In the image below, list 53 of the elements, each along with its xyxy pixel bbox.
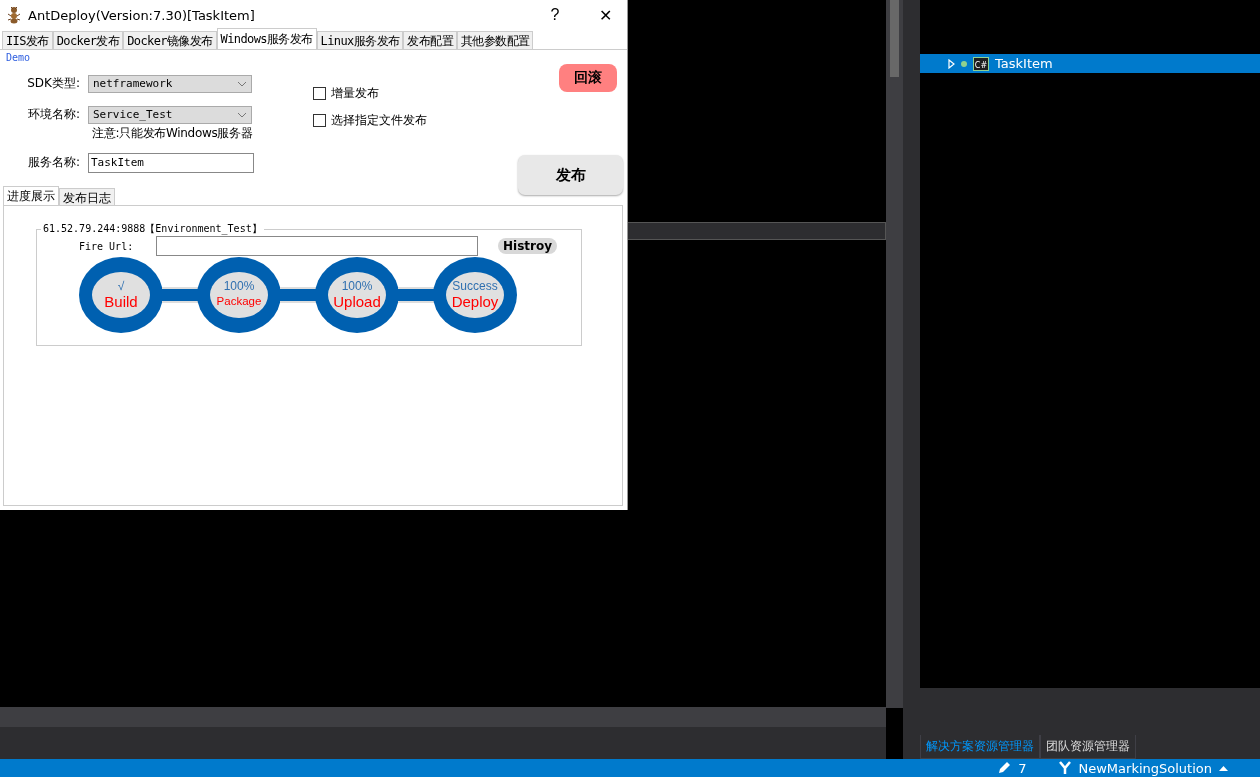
tab[interactable]: 发布配置	[403, 31, 457, 49]
close-button[interactable]: ✕	[583, 0, 627, 30]
history-button[interactable]: Histroy	[498, 238, 558, 254]
project-label: Demo	[5, 52, 32, 63]
branch-icon	[1057, 761, 1072, 775]
field-label: Fire Url:	[78, 240, 135, 252]
checkbox[interactable]	[313, 114, 326, 127]
field-label: 环境名称:	[26, 106, 80, 123]
vertical-scrollbar[interactable]	[886, 0, 903, 708]
publish-button[interactable]: 发布	[518, 155, 623, 195]
dropdown[interactable]: netframework	[88, 74, 252, 93]
field-label: 服务名称:	[26, 154, 80, 171]
caret-up-icon[interactable]	[1219, 765, 1228, 771]
csharp-project-icon: C#	[973, 56, 989, 71]
expand-arrow-icon[interactable]	[948, 58, 955, 69]
tab[interactable]: Windows服务发布	[216, 28, 317, 49]
step-status: Success	[452, 280, 498, 293]
tree-item-label: TaskItem	[995, 56, 1053, 71]
tab[interactable]: 进度展示	[3, 186, 59, 205]
field-label: SDK类型:	[26, 75, 80, 92]
step-status: √	[117, 280, 125, 293]
tab[interactable]: Linux服务发布	[316, 31, 404, 49]
tab[interactable]: Docker发布	[52, 31, 124, 49]
tree-item[interactable]: C# TaskItem	[920, 54, 1260, 73]
checkbox-label: 选择指定文件发布	[331, 112, 427, 129]
changes-count[interactable]: 7	[1018, 760, 1027, 776]
window-title: AntDeploy(Version:7.30)[TaskItem]	[28, 7, 256, 23]
step-name: Package	[216, 294, 262, 309]
tab[interactable]: Docker镜像发布	[123, 31, 217, 49]
step-status: 100%	[341, 280, 373, 293]
rollback-button[interactable]: 回滚	[559, 64, 617, 92]
checkbox[interactable]	[313, 87, 326, 100]
help-button[interactable]: ?	[533, 0, 577, 30]
dropdown[interactable]: Service_Test	[88, 105, 252, 124]
tab[interactable]: 其他参数配置	[456, 31, 534, 49]
step-status: 100%	[223, 280, 255, 293]
step-name: Build	[104, 293, 138, 310]
chevron-down-icon	[237, 80, 247, 87]
step-name: Deploy	[451, 293, 499, 310]
step-name: Upload	[333, 293, 381, 310]
ant-icon	[6, 6, 22, 24]
pencil-icon	[997, 761, 1012, 775]
branch-name[interactable]: NewMarkingSolution	[1078, 760, 1212, 776]
tab[interactable]: IIS发布	[2, 31, 53, 49]
text-field[interactable]: TaskItem	[88, 152, 254, 173]
group-title: 61.52.79.244:9888【Environment_Test】	[42, 222, 263, 236]
note-text: 注意:只能发布Windows服务器	[91, 125, 254, 142]
chevron-down-icon	[237, 111, 247, 118]
checkbox-label: 增量发布	[331, 85, 379, 102]
horizontal-scrollbar[interactable]	[0, 707, 886, 727]
url-field[interactable]	[156, 236, 478, 256]
status-dot-icon	[961, 60, 967, 67]
tab[interactable]: 发布日志	[59, 188, 115, 205]
